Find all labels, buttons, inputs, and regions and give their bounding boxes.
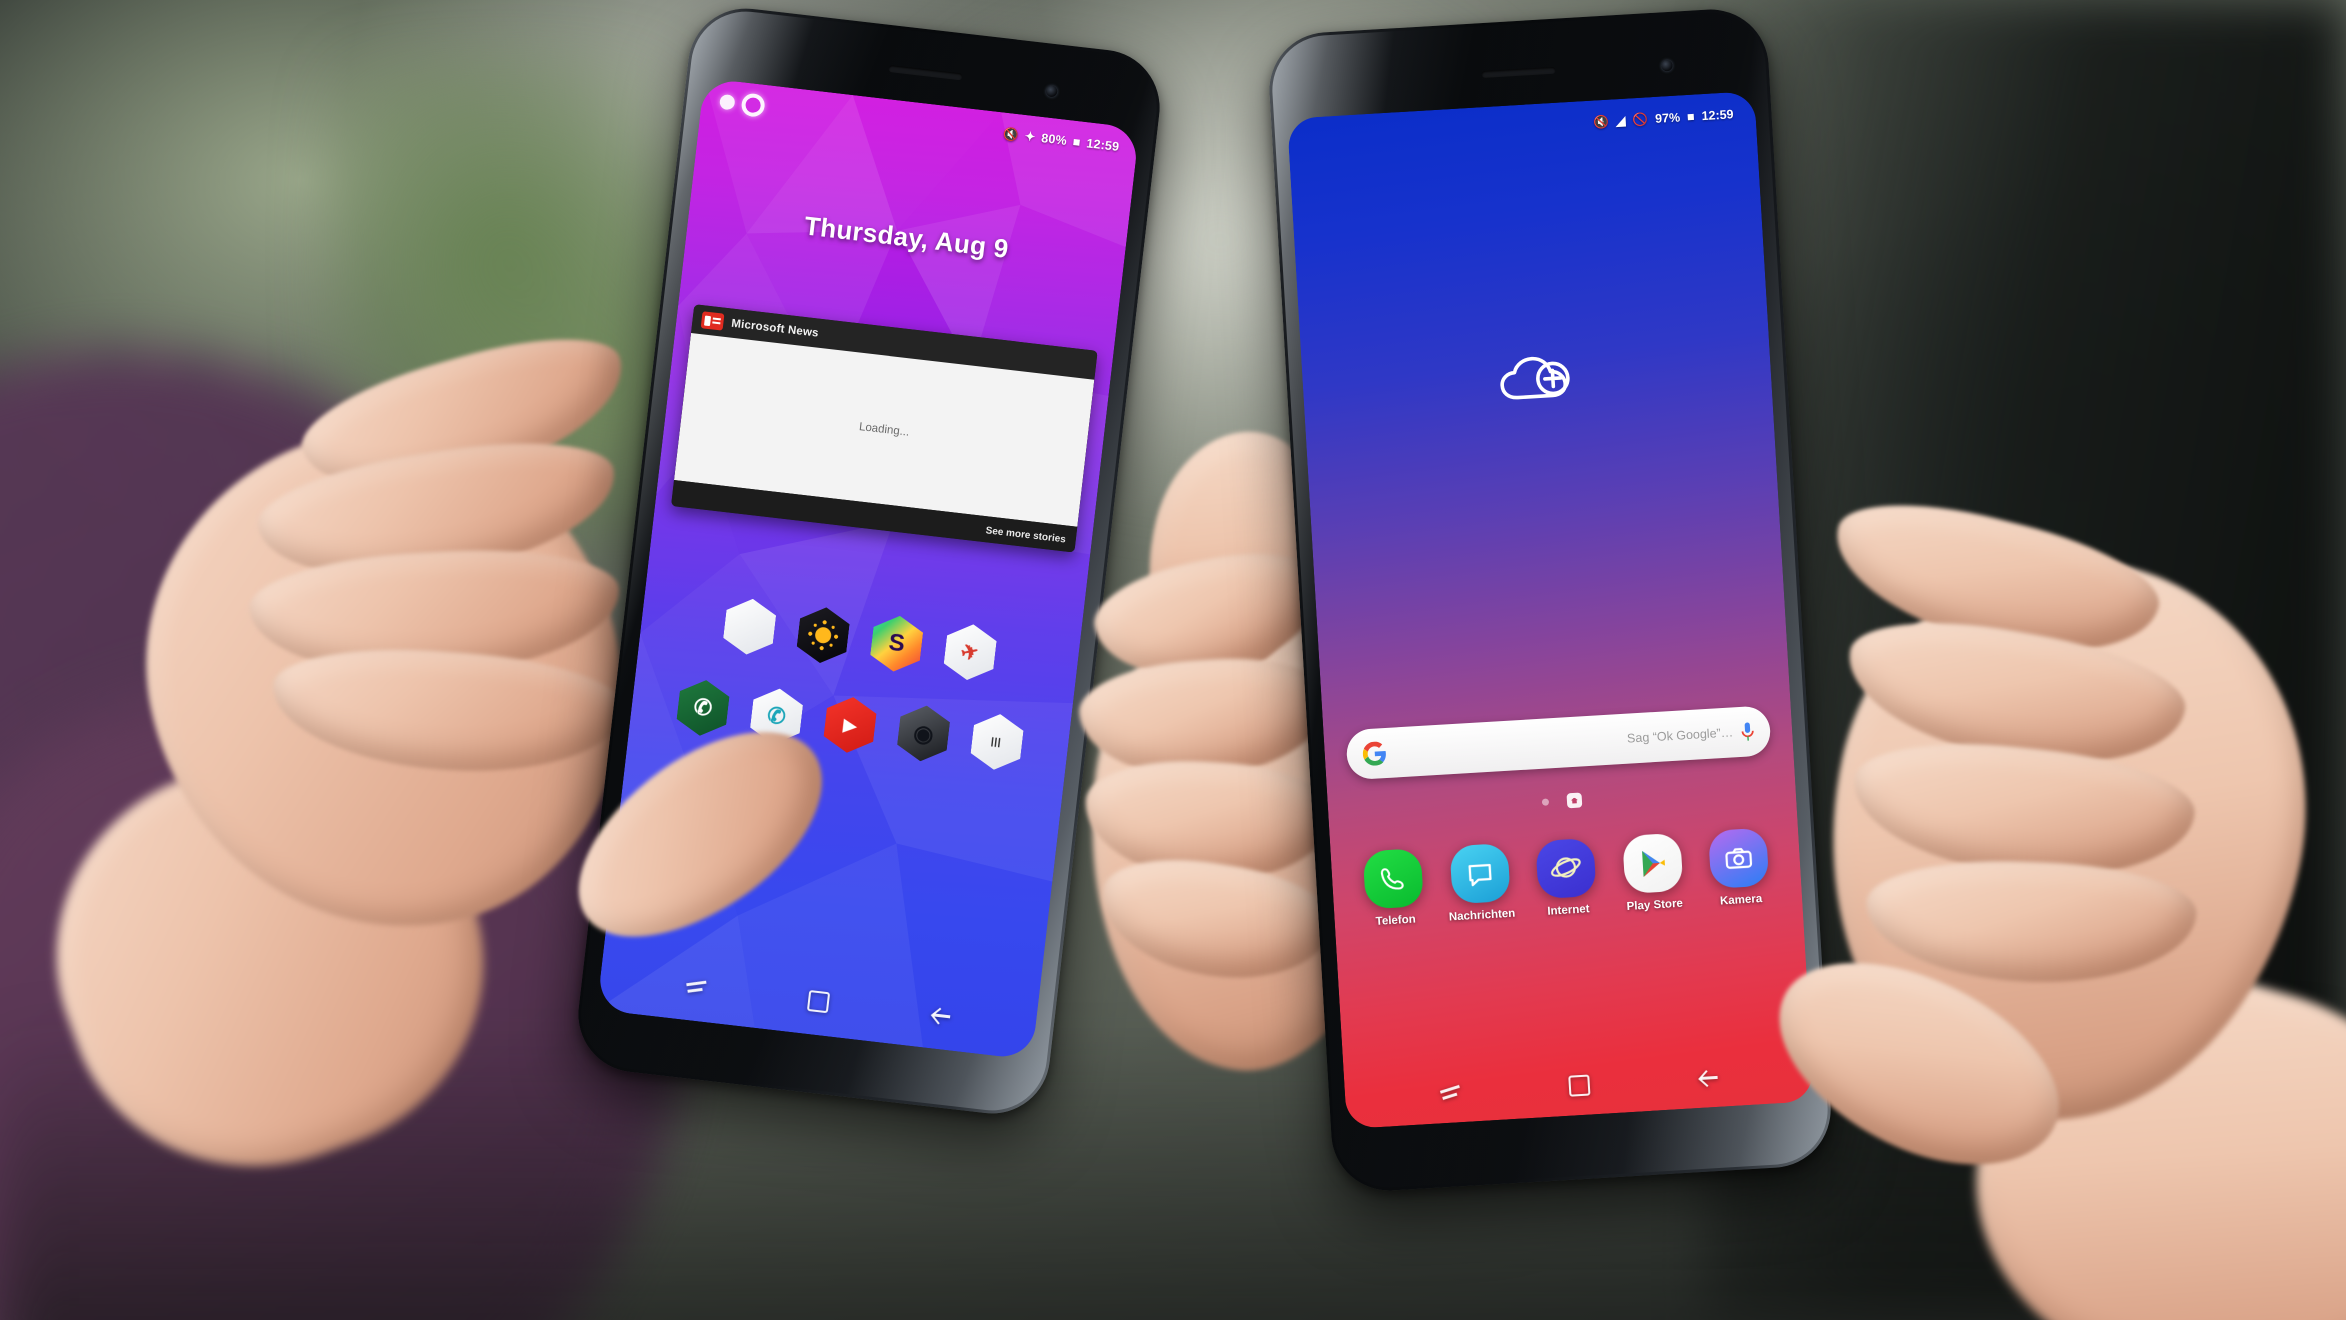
microsoft-news-title: Microsoft News — [730, 317, 820, 340]
messages-icon — [1448, 842, 1511, 905]
play-store-icon — [1621, 832, 1683, 895]
note9-battery-percent: 97% — [1654, 110, 1681, 126]
right-phone-screen[interactable]: 🔇 ◢ 🚫 97% ■ 12:59 Sag “Ok Google”… Telef… — [1286, 90, 1815, 1129]
cloud-plus-icon — [1500, 356, 1570, 400]
google-logo — [1362, 741, 1386, 766]
home-button[interactable] — [1568, 1073, 1591, 1097]
s9-battery-percent: 80% — [1040, 131, 1068, 148]
s9-clock: 12:59 — [1085, 136, 1121, 154]
back-button[interactable] — [931, 1005, 951, 1025]
dock-label-kamera: Kamera — [1719, 892, 1763, 908]
loading-text: Loading... — [858, 421, 910, 439]
letter-s-glyph: S — [887, 628, 907, 658]
s9-notification-icons — [719, 89, 766, 118]
google-search-placeholder: Sag “Ok Google”… — [1626, 725, 1734, 746]
contacts-handset-glyph: ✆ — [765, 702, 788, 730]
dock-app-play-store[interactable]: Play Store — [1614, 832, 1692, 913]
recents-button[interactable] — [1439, 1085, 1460, 1100]
dock-app-nachrichten[interactable]: Nachrichten — [1441, 842, 1519, 924]
photo-scene: 🔇 ✦ 80% ■ 12:59 Thursday, Aug 9 Microsof… — [0, 0, 2346, 1320]
phone-handset-glyph: ✆ — [692, 693, 714, 721]
app-icon-video-app[interactable]: ▶ — [822, 694, 878, 755]
home-page-marker[interactable] — [1566, 792, 1583, 809]
wifi-icon: ◢ — [1615, 113, 1626, 128]
play-triangle-glyph: ▶ — [842, 714, 858, 736]
volume-mute-icon: 🔇 — [1592, 114, 1610, 130]
home-button[interactable] — [807, 989, 831, 1013]
right-phone-galaxy-note9[interactable]: 🔇 ◢ 🚫 97% ■ 12:59 Sag “Ok Google”… Telef… — [1266, 6, 1834, 1194]
app-icon-s-app[interactable]: S — [869, 613, 925, 674]
app-icon-camera-app[interactable]: ◉ — [895, 703, 951, 764]
dock-label-internet: Internet — [1547, 903, 1590, 918]
note9-clock: 12:59 — [1701, 107, 1734, 124]
notification-ring-icon — [740, 91, 766, 118]
volume-mute-icon: 🔇 — [1002, 126, 1020, 143]
microphone-icon[interactable] — [1741, 722, 1755, 742]
phone-icon — [1362, 848, 1424, 910]
notification-dot-icon — [719, 93, 736, 110]
app-icon-bird-app[interactable]: ✈ — [942, 622, 998, 683]
app-icon-signal-app[interactable]: ≡ — [969, 711, 1025, 772]
camera-icon — [1707, 827, 1770, 889]
app-icon-weather-app[interactable] — [795, 605, 851, 666]
signal-bars-glyph: ≡ — [985, 735, 1009, 749]
back-button[interactable] — [1699, 1068, 1718, 1087]
internet-browser-icon — [1535, 837, 1597, 900]
do-not-disturb-icon: 🚫 — [1632, 112, 1649, 127]
note9-wallpaper — [1286, 90, 1815, 1129]
app-icon-phone-app[interactable]: ✆ — [675, 677, 731, 738]
battery-icon: ■ — [1686, 109, 1696, 124]
camera-lens-glyph: ◉ — [912, 718, 936, 747]
battery-icon: ■ — [1072, 134, 1082, 150]
dock-label-telefon: Telefon — [1375, 913, 1417, 928]
see-more-stories-link[interactable]: See more stories — [985, 525, 1066, 545]
add-cloud-widget[interactable] — [1497, 352, 1576, 411]
sun-icon — [814, 626, 832, 644]
bird-glyph: ✈ — [959, 639, 982, 666]
bluetooth-icon: ✦ — [1024, 128, 1037, 145]
dock-app-internet[interactable]: Internet — [1527, 837, 1605, 918]
page-dot[interactable] — [1541, 798, 1550, 806]
recents-button[interactable] — [685, 979, 706, 995]
dock-app-kamera[interactable]: Kamera — [1700, 827, 1778, 908]
s9-system-icons: 🔇 ✦ 80% ■ 12:59 — [1002, 126, 1121, 154]
microsoft-news-logo — [700, 311, 725, 331]
dock-app-telefon[interactable]: Telefon — [1355, 848, 1433, 929]
app-icon-blank-app[interactable] — [722, 596, 778, 657]
